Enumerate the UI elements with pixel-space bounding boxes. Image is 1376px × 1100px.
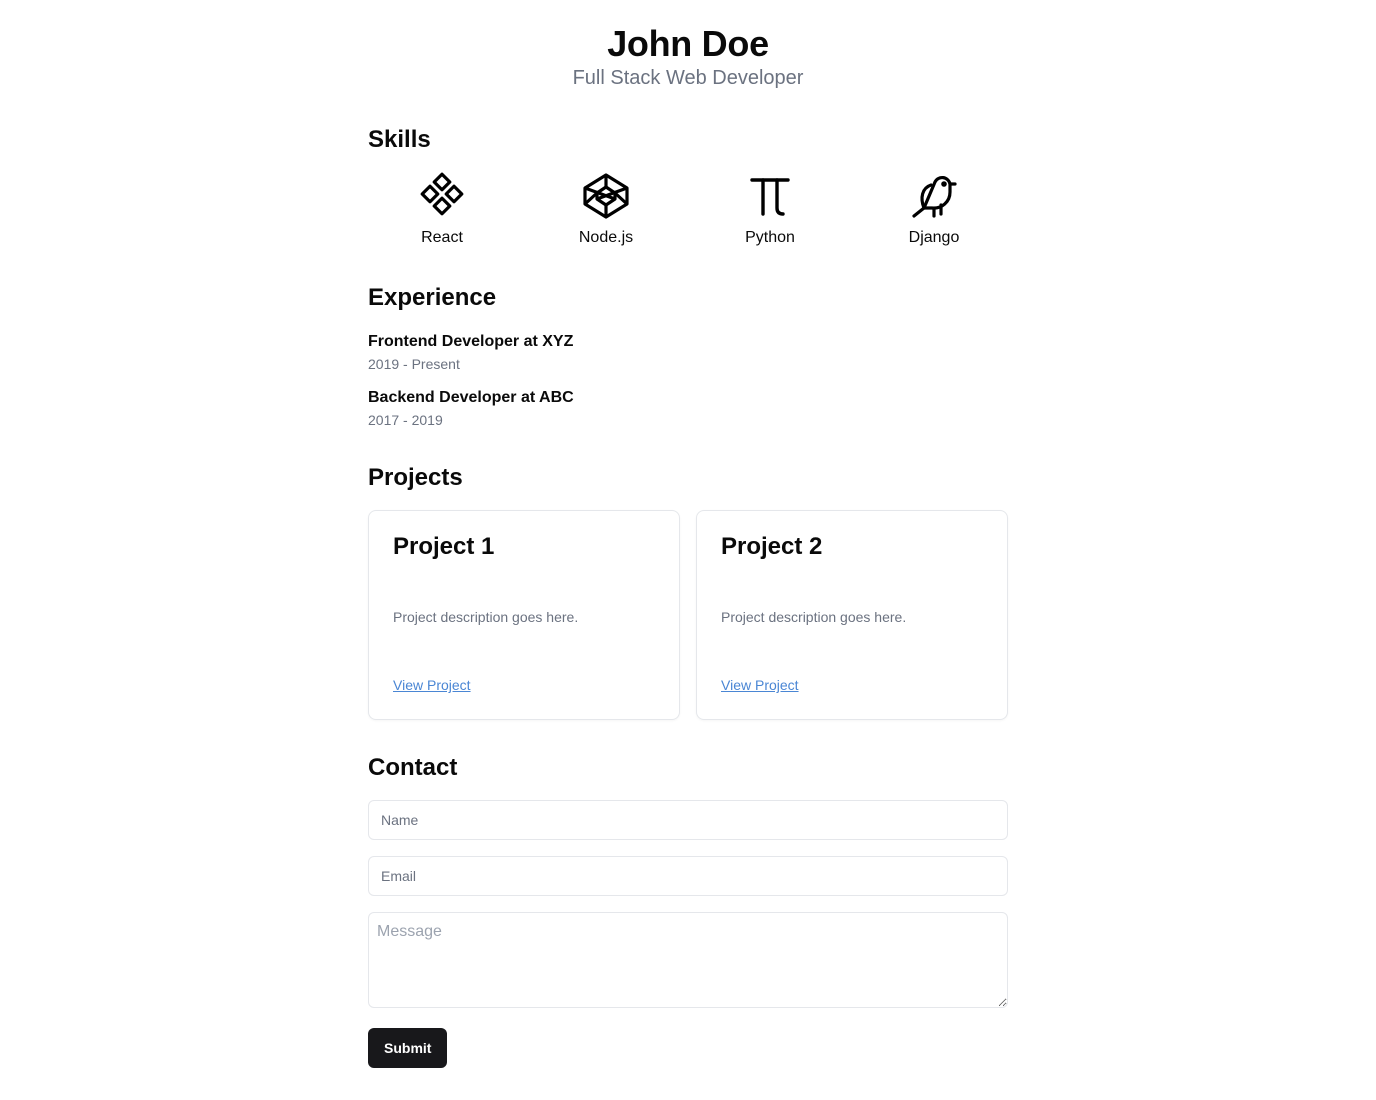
- skill-label: Python: [745, 229, 795, 246]
- skill-label: Django: [908, 229, 960, 246]
- experience-item: Backend Developer at ABC 2017 - 2019: [368, 386, 1008, 430]
- page-subtitle: Full Stack Web Developer: [572, 67, 804, 89]
- skill-label: Node.js: [578, 229, 634, 246]
- portfolio-page: John Doe Full Stack Web Developer Skills…: [368, 0, 1008, 1068]
- experience-dates: 2019 - Present: [368, 356, 460, 372]
- codepen-icon: [582, 172, 630, 220]
- skills-heading: Skills: [368, 126, 431, 153]
- contact-heading: Contact: [368, 754, 458, 781]
- project-card: Project 2 Project description goes here.…: [696, 510, 1008, 720]
- contact-section: Contact Submit: [368, 752, 1008, 1068]
- hero-header: John Doe Full Stack Web Developer: [368, 0, 1008, 92]
- project-description: Project description goes here.: [721, 609, 907, 625]
- diamonds-icon: [418, 172, 466, 220]
- experience-heading: Experience: [368, 284, 497, 311]
- skill-nodejs: Node.js: [532, 172, 680, 250]
- message-textarea[interactable]: [368, 912, 1008, 1008]
- name-input[interactable]: [368, 800, 1008, 840]
- page-title: John Doe: [607, 23, 769, 64]
- skill-django: Django: [860, 172, 1008, 250]
- contact-form: Submit: [368, 800, 1008, 1068]
- bird-icon: [910, 172, 958, 220]
- skills-section: Skills React Node.js Python Django: [368, 124, 1008, 250]
- skill-label: React: [421, 229, 463, 246]
- experience-role: Backend Developer at ABC: [368, 389, 574, 406]
- experience-item: Frontend Developer at XYZ 2019 - Present: [368, 330, 1008, 374]
- pi-icon: [746, 172, 794, 220]
- view-project-link[interactable]: View Project: [721, 675, 799, 695]
- project-title: Project 2: [721, 533, 823, 560]
- project-description: Project description goes here.: [393, 609, 579, 625]
- projects-heading: Projects: [368, 464, 463, 491]
- project-title: Project 1: [393, 533, 495, 560]
- submit-button[interactable]: Submit: [368, 1028, 448, 1068]
- experience-role: Frontend Developer at XYZ: [368, 333, 574, 350]
- projects-section: Projects Project 1 Project description g…: [368, 462, 1008, 720]
- experience-dates: 2017 - 2019: [368, 412, 443, 428]
- skill-react: React: [368, 172, 516, 250]
- projects-grid: Project 1 Project description goes here.…: [368, 510, 1008, 720]
- project-card: Project 1 Project description goes here.…: [368, 510, 680, 720]
- view-project-link[interactable]: View Project: [393, 675, 471, 695]
- email-input[interactable]: [368, 856, 1008, 896]
- experience-section: Experience Frontend Developer at XYZ 201…: [368, 282, 1008, 430]
- skill-python: Python: [696, 172, 844, 250]
- skills-grid: React Node.js Python Django: [368, 172, 1008, 250]
